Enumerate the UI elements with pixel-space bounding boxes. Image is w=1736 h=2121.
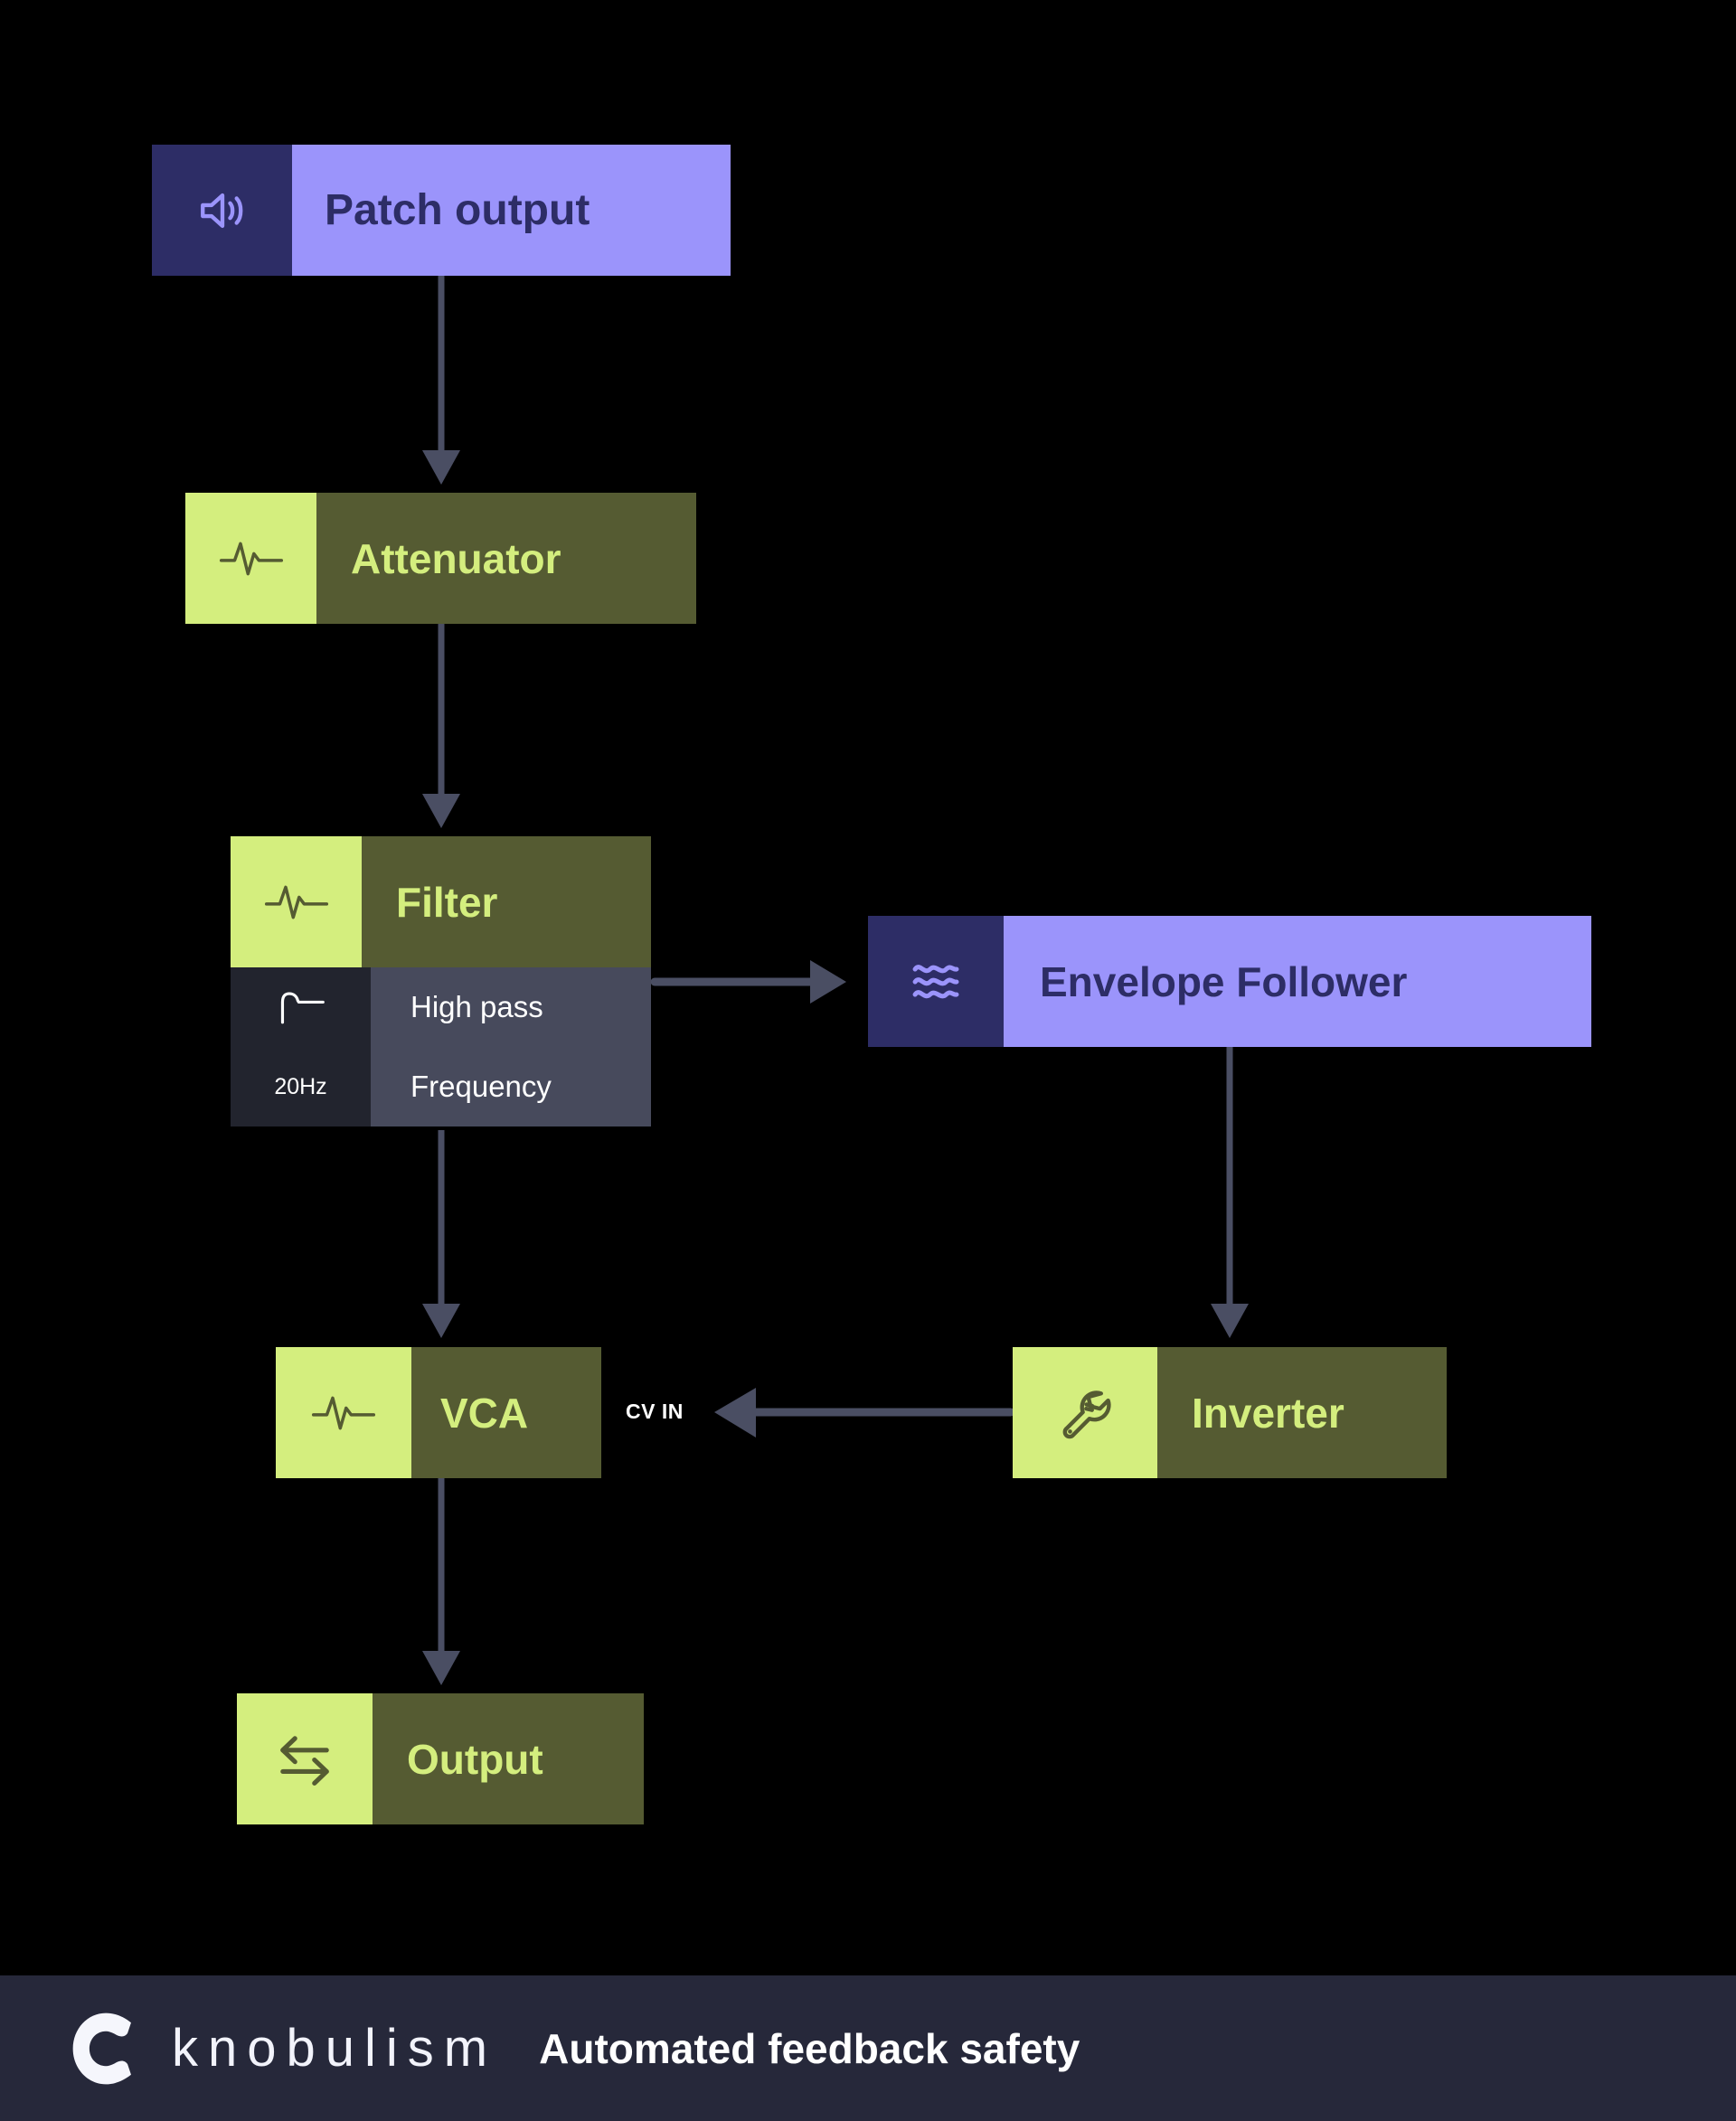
footer-tagline: Automated feedback safety (539, 2024, 1080, 2072)
node-attenuator[interactable]: Attenuator (185, 493, 696, 624)
filter-param-key-frequency: 20Hz (231, 1047, 371, 1126)
filter-param-value-type: High pass (371, 967, 651, 1047)
waveform-icon (276, 1347, 411, 1478)
edge-inverter-to-vca (714, 1388, 1015, 1438)
node-label-patch-output: Patch output (292, 145, 731, 276)
filter-param-row-frequency[interactable]: 20Hz Frequency (231, 1047, 651, 1126)
node-inverter[interactable]: Inverter (1013, 1347, 1447, 1478)
node-label-vca: VCA (411, 1347, 601, 1478)
edge-filter-to-vca (422, 1130, 460, 1338)
node-envelope-follower[interactable]: Envelope Follower (868, 916, 1591, 1047)
edge-label-cv-in: CV IN (626, 1400, 684, 1423)
edge-attenuator-to-filter (422, 624, 460, 828)
speaker-icon (152, 145, 292, 276)
filter-param-row-type[interactable]: High pass (231, 967, 651, 1047)
filter-param-value-frequency: Frequency (371, 1047, 651, 1126)
node-label-filter: Filter (362, 836, 651, 967)
node-label-output: Output (373, 1693, 644, 1824)
footer-bar: knobulism Automated feedback safety (0, 1975, 1736, 2121)
edge-envelope-follower-to-inverter (1211, 1047, 1249, 1338)
diagram-canvas: Patch output Attenuator Filter High pass… (0, 0, 1736, 2121)
node-output[interactable]: Output (237, 1693, 644, 1824)
edge-patch-output-to-attenuator (422, 276, 460, 485)
edge-filter-to-envelope-follower (650, 960, 846, 1004)
knobulism-logo-icon (65, 2005, 152, 2092)
waveform-icon (185, 493, 316, 624)
swap-arrows-icon (237, 1693, 373, 1824)
node-label-inverter: Inverter (1157, 1347, 1447, 1478)
node-vca[interactable]: VCA (276, 1347, 601, 1478)
highpass-curve-icon (231, 967, 371, 1047)
node-filter[interactable]: Filter High pass 20Hz Frequency (231, 836, 651, 1126)
wrench-icon (1013, 1347, 1157, 1478)
node-label-attenuator: Attenuator (316, 493, 696, 624)
footer-wordmark: knobulism (172, 2019, 498, 2078)
waves-icon (868, 916, 1004, 1047)
node-patch-output[interactable]: Patch output (152, 145, 731, 276)
edge-vca-to-output (422, 1478, 460, 1685)
node-label-envelope-follower: Envelope Follower (1004, 916, 1591, 1047)
waveform-icon (231, 836, 362, 967)
